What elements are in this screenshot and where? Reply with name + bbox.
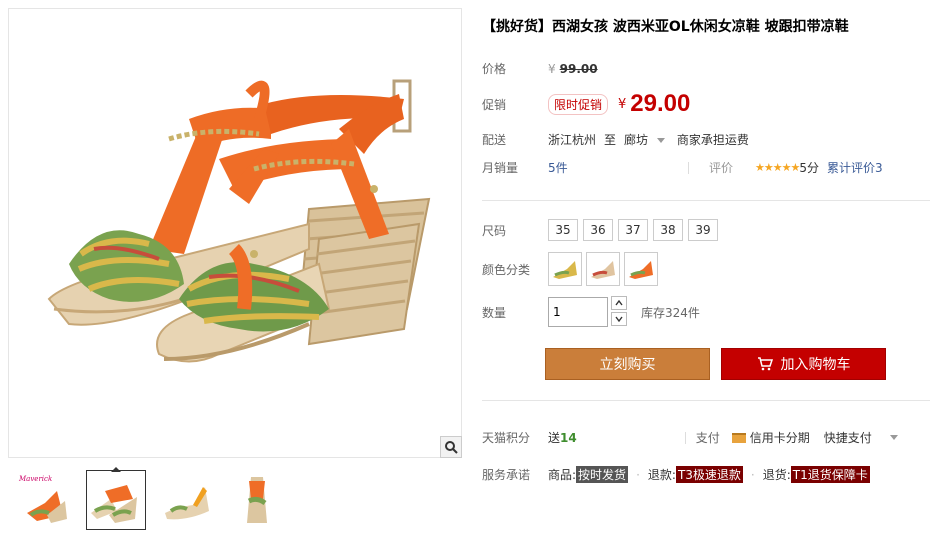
size-label: 尺码	[482, 223, 507, 238]
separator-dot: ·	[750, 467, 755, 482]
delivery-row: 配送 浙江杭州 至 廊坊 商家承担运费	[482, 131, 749, 148]
pay-label: 支付	[695, 431, 720, 445]
swatch-sandal-image	[591, 261, 615, 279]
section-divider	[482, 400, 930, 401]
color-option[interactable]	[586, 252, 620, 286]
monthly-sales: 5件	[548, 161, 568, 175]
product-title: 【挑好货】西湖女孩 波西米亚OL休闲女凉鞋 坡跟扣带凉鞋	[482, 19, 849, 35]
chevron-down-icon[interactable]	[889, 435, 898, 440]
add-to-cart-label: 加入购物车	[780, 357, 851, 373]
quantity-input[interactable]	[548, 297, 608, 327]
sandal-illustration	[47, 79, 431, 363]
sales-label: 月销量	[482, 161, 519, 175]
quantity-label: 数量	[482, 305, 507, 320]
price-currency: ¥	[548, 61, 556, 76]
color-option[interactable]	[624, 252, 658, 286]
size-option[interactable]: 35	[548, 219, 578, 241]
return-label: 退货:	[762, 468, 791, 482]
increase-quantity-button[interactable]	[611, 296, 627, 310]
stock-count: 库存324件	[641, 305, 700, 320]
size-option[interactable]: 36	[583, 219, 613, 241]
swatch-sandal-image	[553, 261, 577, 279]
size-option[interactable]: 37	[618, 219, 648, 241]
sales-row: 月销量 5件 评价 ★★★★★ 5分 累计评价3	[482, 159, 883, 176]
main-product-image[interactable]	[8, 8, 462, 458]
quantity-stepper	[611, 296, 627, 328]
chevron-up-icon	[615, 300, 623, 306]
rating-stars: ★★★★★	[755, 161, 800, 174]
add-to-cart-button[interactable]: 加入购物车	[721, 348, 886, 380]
divider	[688, 161, 689, 174]
divider	[684, 431, 686, 444]
delivery-to-word: 至	[604, 133, 617, 147]
buy-now-label: 立刻购买	[599, 357, 656, 373]
service-row: 服务承诺 商品: 按时发货 · 退款: T3极速退款 · 退货: T1退货保障卡	[482, 466, 870, 483]
separator-dot: ·	[636, 467, 640, 482]
thumbnail-3[interactable]	[156, 470, 216, 530]
thumbnail-sandal-image	[165, 487, 209, 520]
original-price: 99.00	[559, 61, 598, 76]
buy-now-button[interactable]: 立刻购买	[545, 348, 710, 380]
quick-pay-option[interactable]: 快捷支付	[824, 429, 872, 446]
quantity-row: 数量 库存324件	[482, 296, 700, 328]
points-row: 天猫积分 送 14 支付 信用卡分期 快捷支付	[482, 429, 898, 446]
thumbnail-4[interactable]	[226, 470, 286, 530]
return-tag[interactable]: T1退货保障卡	[790, 466, 870, 483]
installment-option[interactable]: 信用卡分期	[750, 429, 810, 446]
promo-label: 促销	[482, 97, 507, 112]
service-label: 服务承诺	[482, 468, 531, 482]
size-option[interactable]: 39	[688, 219, 718, 241]
price-label: 价格	[482, 62, 507, 76]
promo-row: 促销 限时促销 ¥ 29.00	[482, 90, 690, 118]
goods-tag[interactable]: 按时发货	[576, 466, 629, 483]
points-prefix: 送	[548, 431, 561, 445]
size-option[interactable]: 38	[653, 219, 683, 241]
chevron-down-icon	[615, 316, 623, 322]
price-row: 价格 ¥ 99.00	[482, 60, 598, 77]
rating-label: 评价	[709, 161, 734, 175]
rating-score: 5分	[799, 161, 819, 175]
promo-currency: ¥	[618, 96, 627, 112]
zoom-icon[interactable]	[440, 436, 462, 458]
thumbnail-sandal-image: Maverick	[18, 475, 67, 523]
color-label: 颜色分类	[482, 262, 531, 277]
section-divider	[482, 200, 930, 201]
delivery-destination: 廊坊	[624, 133, 649, 147]
credit-card-icon	[731, 432, 746, 443]
thumbnail-sandal-image	[91, 485, 137, 523]
active-thumb-caret	[111, 467, 121, 472]
goods-label: 商品:	[548, 468, 577, 482]
delivery-destination-select[interactable]: 廊坊	[624, 131, 665, 148]
shipping-note: 商家承担运费	[676, 133, 749, 147]
thumbnail-sandal-image	[247, 477, 267, 523]
color-row: 颜色分类	[482, 252, 662, 286]
swatch-sandal-image	[629, 261, 653, 279]
thumbnail-1[interactable]: Maverick	[16, 470, 76, 530]
points-label: 天猫积分	[482, 431, 531, 445]
size-row: 尺码 35 36 37 38 39	[482, 219, 723, 241]
chevron-down-icon	[656, 138, 665, 143]
promo-price: 29.00	[630, 90, 691, 117]
refund-tag[interactable]: T3极速退款	[675, 466, 743, 483]
decrease-quantity-button[interactable]	[611, 312, 627, 326]
color-option[interactable]	[548, 252, 582, 286]
svg-text:Maverick: Maverick	[18, 475, 52, 483]
thumbnail-2[interactable]	[86, 467, 146, 530]
promo-badge: 限时促销	[548, 93, 609, 115]
delivery-from: 浙江杭州	[548, 133, 597, 147]
delivery-label: 配送	[482, 133, 507, 147]
thumbnail-strip: Maverick	[8, 466, 462, 532]
refund-label: 退款:	[647, 468, 676, 482]
points-value: 14	[560, 430, 577, 445]
total-reviews-link[interactable]: 累计评价3	[827, 159, 883, 176]
cart-icon	[757, 357, 773, 371]
